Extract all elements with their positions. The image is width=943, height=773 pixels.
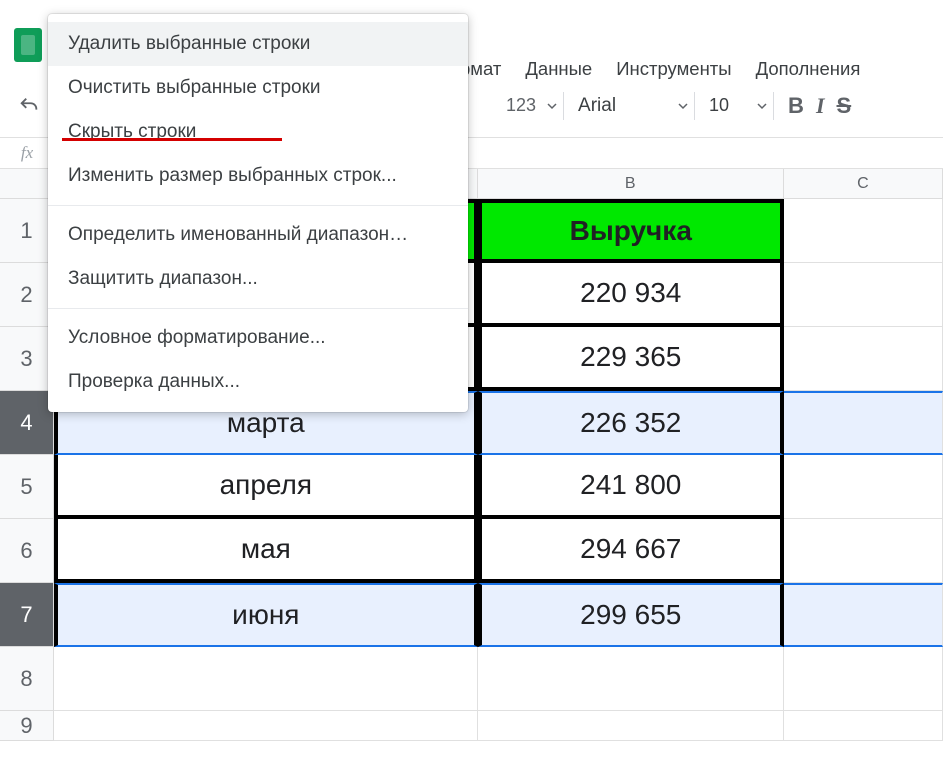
cell-c9[interactable] xyxy=(784,711,943,741)
ctx-delete-rows[interactable]: Удалить выбранные строки xyxy=(48,22,468,66)
number-format-label: 123 xyxy=(506,95,536,116)
cell-c2[interactable] xyxy=(784,263,943,327)
ctx-protect-range[interactable]: Защитить диапазон... xyxy=(48,257,468,301)
fx-label: fx xyxy=(0,143,54,163)
app-root: рмат Данные Инструменты Дополнения 123 A… xyxy=(0,0,943,773)
chevron-down-icon xyxy=(547,101,557,111)
cell-c6[interactable] xyxy=(784,519,943,583)
cell-a6[interactable]: мая xyxy=(54,519,478,583)
cell-c1[interactable] xyxy=(784,199,943,263)
font-family-dropdown[interactable]: Arial xyxy=(578,95,688,117)
annotation-underline xyxy=(62,138,282,141)
chevron-down-icon xyxy=(678,101,688,111)
cell-b9[interactable] xyxy=(478,711,784,741)
table-row: мая 294 667 xyxy=(54,519,943,583)
cell-b7[interactable]: 299 655 xyxy=(478,583,784,647)
table-row xyxy=(54,711,943,741)
cell-c8[interactable] xyxy=(784,647,943,711)
row-header-6[interactable]: 6 xyxy=(0,519,54,583)
cell-b2[interactable]: 220 934 xyxy=(478,263,784,327)
divider xyxy=(48,308,468,309)
font-size-label: 10 xyxy=(709,95,729,116)
cell-b6[interactable]: 294 667 xyxy=(478,519,784,583)
cell-b5[interactable]: 241 800 xyxy=(478,455,784,519)
cell-a7[interactable]: июня xyxy=(54,583,478,647)
column-header-b[interactable]: B xyxy=(478,169,784,199)
row-header-3[interactable]: 3 xyxy=(0,327,54,391)
cell-a5[interactable]: апреля xyxy=(54,455,478,519)
cell-c4[interactable] xyxy=(784,391,943,455)
separator xyxy=(563,92,564,120)
italic-button[interactable]: I xyxy=(816,93,825,119)
row-header-4[interactable]: 4 xyxy=(0,391,54,455)
row-header-9[interactable]: 9 xyxy=(0,711,54,741)
ctx-clear-rows[interactable]: Очистить выбранные строки xyxy=(48,66,468,110)
row-header-5[interactable]: 5 xyxy=(0,455,54,519)
number-format-dropdown[interactable]: 123 xyxy=(506,95,557,116)
cell-c5[interactable] xyxy=(784,455,943,519)
table-row: июня 299 655 xyxy=(54,583,943,647)
bold-button[interactable]: B xyxy=(788,93,804,119)
cell-c3[interactable] xyxy=(784,327,943,391)
cell-b3[interactable]: 229 365 xyxy=(478,327,784,391)
sheets-logo-icon xyxy=(14,28,42,62)
cell-b8[interactable] xyxy=(478,647,784,711)
cell-b1[interactable]: Выручка xyxy=(478,199,784,263)
font-name-label: Arial xyxy=(578,95,616,117)
row-header-1[interactable]: 1 xyxy=(0,199,54,263)
separator xyxy=(694,92,695,120)
ctx-hide-rows[interactable]: Скрыть строки xyxy=(48,110,468,154)
row-header-8[interactable]: 8 xyxy=(0,647,54,711)
ctx-data-validation[interactable]: Проверка данных... xyxy=(48,360,468,404)
undo-icon[interactable] xyxy=(18,95,40,117)
strikethrough-button[interactable]: S xyxy=(837,93,852,119)
divider xyxy=(48,205,468,206)
ctx-resize-rows[interactable]: Изменить размер выбранных строк... xyxy=(48,154,468,198)
ctx-cond-format[interactable]: Условное форматирование... xyxy=(48,316,468,360)
select-all-corner[interactable] xyxy=(0,169,54,199)
row-header-7[interactable]: 7 xyxy=(0,583,54,647)
chevron-down-icon xyxy=(757,101,767,111)
cell-a8[interactable] xyxy=(54,647,478,711)
row-headers: 1 2 3 4 5 6 7 8 9 xyxy=(0,199,54,741)
font-size-dropdown[interactable]: 10 xyxy=(709,95,767,116)
separator xyxy=(773,92,774,120)
table-row: апреля 241 800 xyxy=(54,455,943,519)
cell-b4[interactable]: 226 352 xyxy=(478,391,784,455)
row-header-2[interactable]: 2 xyxy=(0,263,54,327)
column-header-c[interactable]: C xyxy=(784,169,943,199)
ctx-named-range[interactable]: Определить именованный диапазон… xyxy=(48,213,468,257)
cell-c7[interactable] xyxy=(784,583,943,647)
context-menu: Удалить выбранные строки Очистить выбран… xyxy=(48,14,468,412)
cell-a9[interactable] xyxy=(54,711,478,741)
table-row xyxy=(54,647,943,711)
